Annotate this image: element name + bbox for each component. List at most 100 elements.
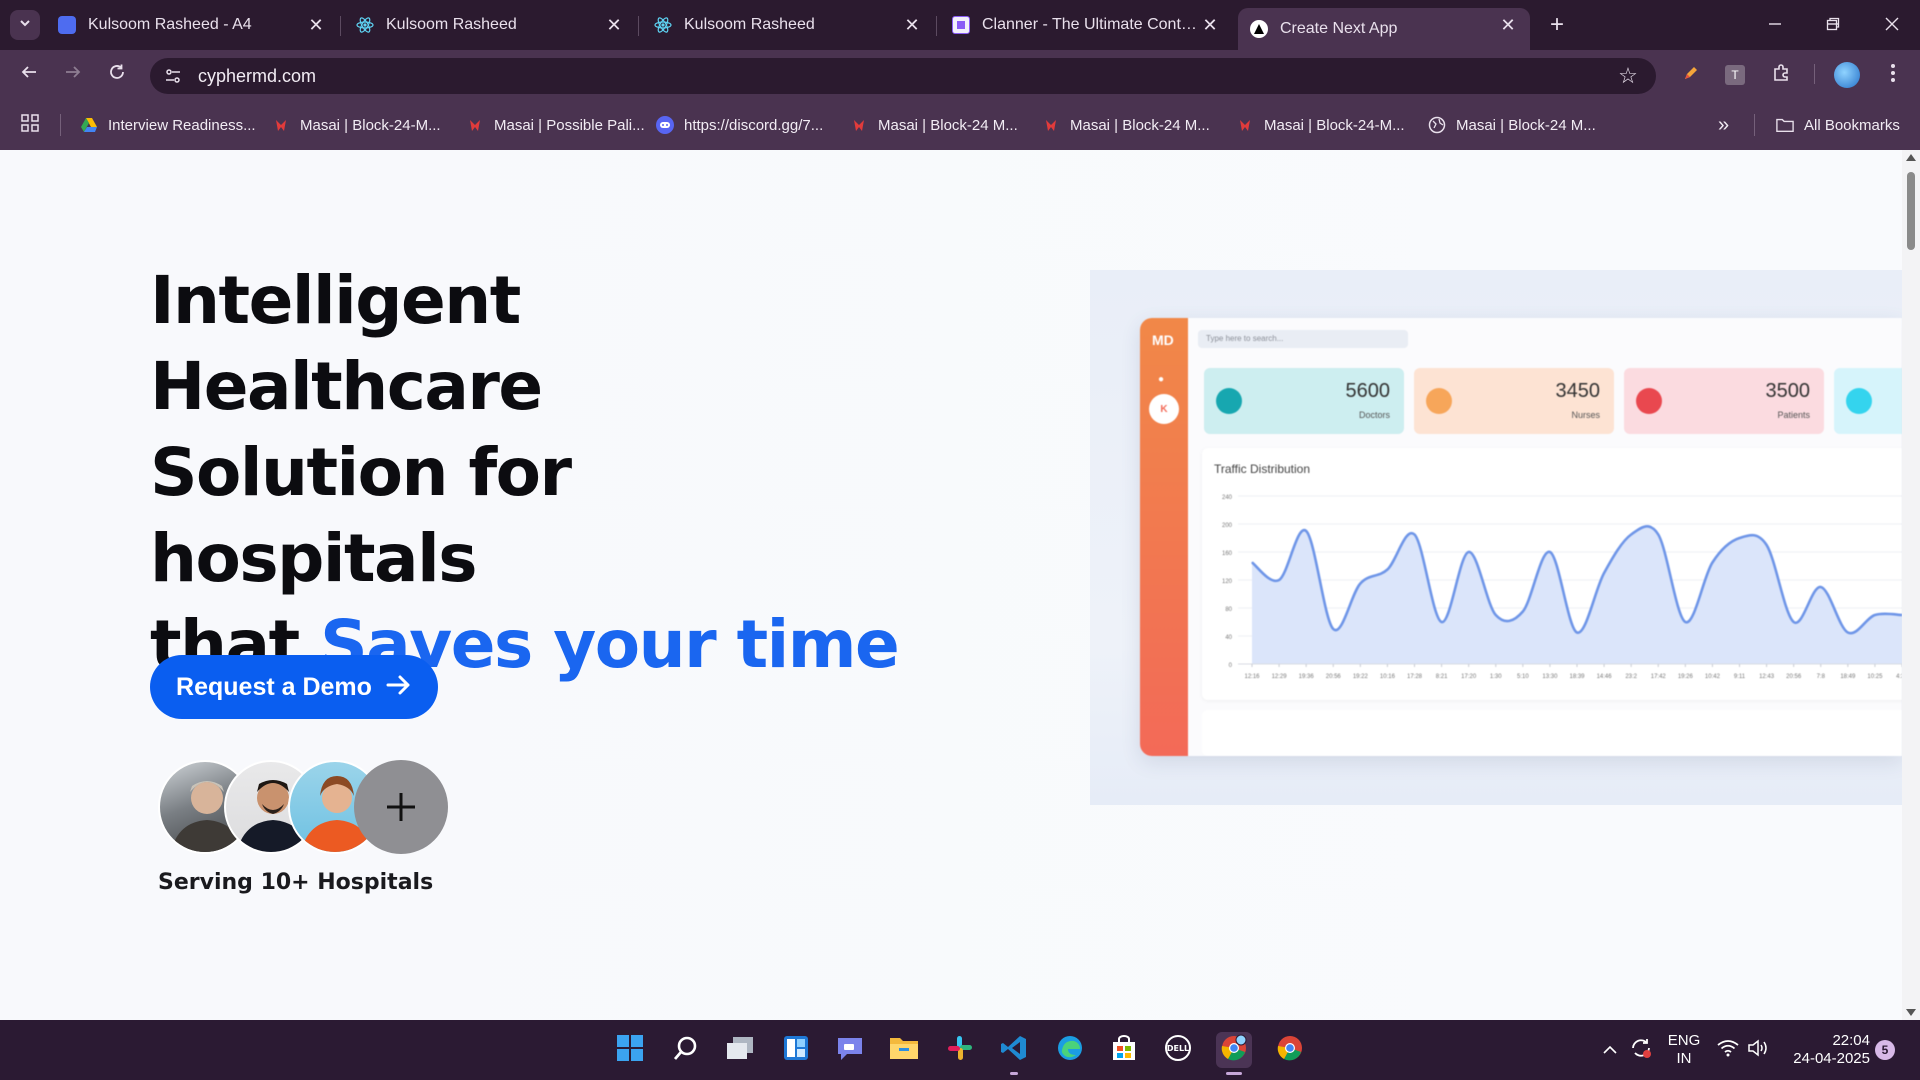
chart-point — [1603, 572, 1605, 574]
doc-icon — [58, 16, 76, 34]
all-bookmarks-label: All Bookmarks — [1804, 116, 1900, 134]
folder-icon — [889, 1035, 919, 1066]
tab-search-button[interactable] — [10, 10, 40, 40]
wifi-button[interactable] — [1714, 1032, 1742, 1068]
site-settings-icon[interactable] — [162, 65, 184, 87]
menu-button[interactable] — [1878, 60, 1908, 90]
tab-title: Kulsoom Rasheed — [684, 16, 815, 33]
back-button[interactable] — [14, 60, 44, 90]
masai-icon — [466, 116, 484, 134]
request-demo-label: Request a Demo — [176, 672, 372, 701]
scrollbar-thumb[interactable] — [1907, 172, 1915, 250]
bookmark-label: Masai | Block-24-M... — [1264, 116, 1405, 134]
close-icon[interactable]: ✕ — [306, 15, 326, 35]
chrome-icon — [1220, 1034, 1248, 1067]
edge-button[interactable] — [1052, 1032, 1088, 1068]
plus-icon: + — [1549, 11, 1564, 38]
widgets-button[interactable] — [778, 1032, 814, 1068]
masai-icon — [272, 116, 290, 134]
task-view-button[interactable] — [722, 1032, 758, 1068]
stat-value: 3500 — [1765, 380, 1811, 402]
new-tab-button[interactable]: + — [1542, 10, 1572, 40]
bookmark-item[interactable]: Masai | Possible Pali... — [466, 113, 645, 137]
bookmark-label: Masai | Block-24 M... — [878, 116, 1018, 134]
chrome-button[interactable] — [1272, 1032, 1308, 1068]
arrow-right-icon — [386, 671, 412, 703]
bookmark-label: https://discord.gg/7... — [684, 116, 824, 134]
traffic-chart: 0 40 80 120 160 200 240 12:16 12:29 19:36 20:56 19:… — [1222, 495, 1902, 680]
forward-button[interactable] — [58, 60, 88, 90]
bookmark-item[interactable]: https://discord.gg/7... — [656, 113, 823, 137]
close-icon[interactable]: ✕ — [604, 15, 624, 35]
vscode-button[interactable] — [996, 1032, 1032, 1068]
close-icon[interactable]: ✕ — [902, 15, 922, 35]
file-explorer-button[interactable] — [886, 1032, 922, 1068]
dashboard-search: Type here to search... — [1198, 330, 1408, 348]
dashboard-preview: MD ● K Type here to search... 5600 Docto… — [1140, 318, 1902, 756]
restore-button[interactable] — [1813, 10, 1853, 40]
close-icon[interactable]: ✕ — [1200, 15, 1220, 35]
tab-5-active[interactable]: Create Next App ✕ — [1238, 8, 1530, 50]
dell-button[interactable]: DELL — [1160, 1032, 1196, 1068]
address-bar[interactable]: cyphermd.com ☆ — [150, 58, 1656, 94]
extension-pen-button[interactable] — [1676, 60, 1706, 90]
stat-label: Doctors — [1358, 410, 1390, 420]
stat-label: Patients — [1777, 410, 1810, 420]
dashboard-logo: MD — [1152, 332, 1174, 348]
apps-button[interactable] — [20, 113, 40, 137]
chart-point — [1251, 561, 1253, 564]
more-bookmarks-button[interactable]: » — [1718, 113, 1729, 137]
volume-button[interactable] — [1744, 1032, 1772, 1068]
chart-y-tick-label: 40 — [1225, 635, 1232, 641]
all-bookmarks-button[interactable]: All Bookmarks — [1776, 113, 1900, 137]
bookmark-star-icon[interactable]: ☆ — [1616, 63, 1640, 88]
tab-2[interactable]: Kulsoom Rasheed ✕ — [344, 8, 636, 42]
bookmark-item[interactable]: Masai | Block-24-M... — [272, 113, 441, 137]
language-indicator[interactable]: ENG IN — [1664, 1032, 1704, 1068]
scroll-up-icon[interactable] — [1906, 154, 1916, 161]
reload-button[interactable] — [102, 60, 132, 90]
profile-button[interactable] — [1832, 60, 1862, 90]
bookmark-item[interactable]: Masai | Block-24-M... — [1236, 113, 1405, 137]
tab-4[interactable]: Clanner - The Ultimate Content ✕ — [940, 8, 1232, 42]
chart-point — [1738, 537, 1741, 539]
tab-3[interactable]: Kulsoom Rasheed ✕ — [642, 8, 934, 42]
chrome-profile-button[interactable] — [1216, 1032, 1252, 1068]
close-window-button[interactable] — [1872, 10, 1912, 40]
search-button[interactable] — [668, 1032, 704, 1068]
teams-chat-button[interactable] — [832, 1032, 868, 1068]
store-button[interactable] — [1106, 1032, 1142, 1068]
start-button[interactable] — [612, 1032, 648, 1068]
show-hidden-icons-button[interactable] — [1598, 1032, 1622, 1068]
request-demo-button[interactable]: Request a Demo — [150, 655, 438, 719]
url-text[interactable]: cyphermd.com — [198, 66, 316, 87]
puzzle-icon — [1771, 63, 1791, 88]
bookmark-item[interactable]: Masai | Block-24 M... — [1428, 113, 1596, 137]
more-hospitals-icon[interactable] — [354, 760, 448, 854]
page-scrollbar[interactable] — [1902, 150, 1920, 1020]
extension-t-button[interactable]: T — [1720, 60, 1750, 90]
react-icon — [356, 16, 374, 34]
sync-status-button[interactable] — [1626, 1032, 1656, 1068]
bookmark-item[interactable]: Interview Readiness... — [80, 113, 256, 137]
discord-icon — [656, 116, 674, 134]
tab-1[interactable]: Kulsoom Rasheed - A4 ✕ — [46, 8, 338, 42]
chart-point — [1305, 530, 1307, 532]
folder-icon — [1776, 116, 1794, 134]
chart-title: Traffic Distribution — [1214, 462, 1311, 476]
search-icon — [672, 1034, 700, 1067]
close-icon[interactable]: ✕ — [1498, 15, 1518, 35]
scroll-down-icon[interactable] — [1906, 1009, 1916, 1016]
chart-point — [1359, 582, 1361, 585]
region-code: IN — [1676, 1050, 1692, 1067]
notification-badge[interactable]: 5 — [1875, 1040, 1895, 1060]
extensions-button[interactable] — [1766, 60, 1796, 90]
clock[interactable]: 22:04 24-04-2025 — [1784, 1032, 1870, 1068]
minimize-button[interactable] — [1755, 10, 1795, 40]
hero-title: Intelligent Healthcare Solution for hosp… — [150, 258, 910, 688]
slack-button[interactable] — [942, 1032, 978, 1068]
bookmark-item[interactable]: Masai | Block-24 M... — [850, 113, 1018, 137]
chevron-up-icon — [1602, 1042, 1618, 1059]
chevron-down-icon — [18, 16, 32, 35]
bookmark-item[interactable]: Masai | Block-24 M... — [1042, 113, 1210, 137]
